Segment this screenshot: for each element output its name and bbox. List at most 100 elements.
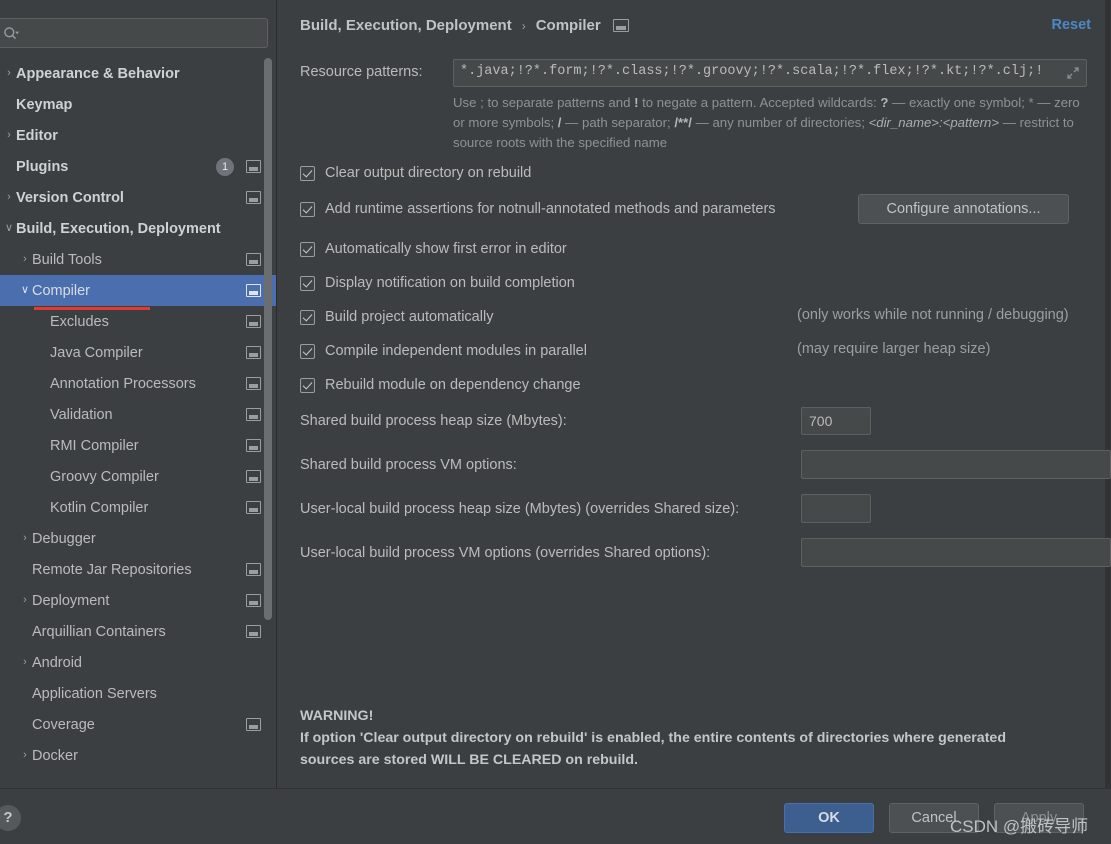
- checkbox-display-notification-on-build-completion[interactable]: [300, 275, 315, 291]
- checkbox-side-note: (only works while not running / debuggin…: [797, 307, 1069, 323]
- checkbox-row[interactable]: Clear output directory on rebuild: [300, 163, 531, 183]
- field-input[interactable]: [801, 538, 1111, 567]
- field-input[interactable]: [801, 407, 871, 435]
- sidebar-item-annotation-processors[interactable]: Annotation Processors: [0, 368, 276, 399]
- sidebar-item-coverage[interactable]: Coverage: [0, 709, 276, 740]
- checkbox-rebuild-module-on-dependency-change[interactable]: [300, 377, 315, 393]
- checkbox-compile-independent-modules-in-parallel[interactable]: [300, 343, 315, 359]
- sidebar-item-deployment[interactable]: › Deployment: [0, 585, 276, 616]
- reset-link[interactable]: Reset: [1052, 17, 1092, 33]
- hint-part-4: — path separator;: [561, 115, 675, 130]
- sidebar-item-java-compiler[interactable]: Java Compiler: [0, 337, 276, 368]
- sidebar-item-android[interactable]: › Android: [0, 647, 276, 678]
- chevron-right-icon[interactable]: ›: [18, 750, 32, 761]
- breadcrumb: Build, Execution, Deployment › Compiler: [300, 17, 629, 34]
- red-annotation-underline: [34, 307, 150, 310]
- checkbox-row[interactable]: Automatically show first error in editor: [300, 239, 567, 259]
- search-input[interactable]: [25, 23, 259, 45]
- project-scope-icon: [246, 470, 261, 483]
- warning-line-1: If option 'Clear output directory on reb…: [300, 730, 1006, 746]
- sidebar-item-label: Groovy Compiler: [50, 468, 159, 485]
- settings-dialog: › Appearance & Behavior Keymap › Editor Plugi…: [0, 0, 1111, 844]
- checkbox-row[interactable]: Add runtime assertions for notnull-annot…: [300, 199, 776, 219]
- project-scope-icon: [246, 191, 261, 204]
- expand-diagonal-icon[interactable]: [1064, 65, 1082, 83]
- chevron-right-icon[interactable]: ›: [18, 254, 32, 265]
- project-scope-icon: [246, 439, 261, 452]
- sidebar-item-rmi-compiler[interactable]: RMI Compiler: [0, 430, 276, 461]
- chevron-right-icon[interactable]: ›: [2, 130, 16, 141]
- project-scope-icon: [246, 315, 261, 328]
- sidebar-item-label: Build Tools: [32, 251, 102, 268]
- search-box[interactable]: [0, 18, 268, 48]
- field-label: Shared build process VM options:: [300, 457, 517, 473]
- sidebar-scrollbar-thumb[interactable]: [264, 58, 272, 620]
- settings-content-panel: Build, Execution, Deployment › Compiler …: [277, 0, 1111, 788]
- sidebar-item-version-control[interactable]: › Version Control: [0, 182, 276, 213]
- sidebar-item-arquillian-containers[interactable]: Arquillian Containers: [0, 616, 276, 647]
- checkbox-label: Automatically show first error in editor: [325, 241, 567, 257]
- chevron-right-icon[interactable]: ›: [2, 192, 16, 203]
- checkbox-automatically-show-first-error-in-editor[interactable]: [300, 241, 315, 257]
- chevron-right-icon[interactable]: ›: [18, 595, 32, 606]
- checkbox-row[interactable]: Compile independent modules in parallel: [300, 341, 587, 361]
- sidebar-item-label: Version Control: [16, 189, 124, 206]
- sidebar-item-groovy-compiler[interactable]: Groovy Compiler: [0, 461, 276, 492]
- checkbox-label: Compile independent modules in parallel: [325, 343, 587, 359]
- chevron-down-icon[interactable]: ∨: [18, 285, 32, 296]
- sidebar-item-compiler[interactable]: ∨ Compiler: [0, 275, 276, 306]
- checkbox-row[interactable]: Build project automatically: [300, 307, 493, 327]
- sidebar-item-kotlin-compiler[interactable]: Kotlin Compiler: [0, 492, 276, 523]
- field-label: User-local build process heap size (Mbyt…: [300, 501, 740, 517]
- field-input[interactable]: [801, 494, 871, 523]
- checkbox-row[interactable]: Display notification on build completion: [300, 273, 575, 293]
- sidebar-item-label: Annotation Processors: [50, 375, 196, 392]
- field-input[interactable]: [801, 450, 1111, 479]
- chevron-right-icon[interactable]: ›: [18, 533, 32, 544]
- project-scope-icon: [246, 377, 261, 390]
- project-scope-icon: [246, 253, 261, 266]
- resource-patterns-label: Resource patterns:: [300, 64, 423, 80]
- warning-message: WARNING! If option 'Clear output directo…: [300, 705, 1100, 771]
- checkbox-build-project-automatically[interactable]: [300, 309, 315, 325]
- breadcrumb-leaf: Compiler: [535, 17, 601, 34]
- sidebar-item-excludes[interactable]: Excludes: [0, 306, 276, 337]
- sidebar-item-label: Plugins: [16, 158, 69, 175]
- chevron-right-icon[interactable]: ›: [18, 657, 32, 668]
- settings-tree[interactable]: › Appearance & Behavior Keymap › Editor Plugi…: [0, 58, 276, 773]
- chevron-down-icon[interactable]: ∨: [2, 223, 16, 234]
- sidebar-item-plugins[interactable]: Plugins 1: [0, 151, 276, 182]
- checkbox-row[interactable]: Rebuild module on dependency change: [300, 375, 581, 395]
- sidebar-item-label: Validation: [50, 406, 113, 423]
- sidebar-item-keymap[interactable]: Keymap: [0, 89, 276, 120]
- warning-title: WARNING!: [300, 708, 374, 724]
- breadcrumb-root[interactable]: Build, Execution, Deployment: [300, 17, 512, 34]
- checkbox-clear-output-directory-on-rebuild[interactable]: [300, 165, 315, 181]
- project-scope-icon: [246, 563, 261, 576]
- hint-part-5: — any number of directories;: [691, 115, 869, 130]
- project-scope-icon: [246, 284, 261, 297]
- checkbox-add-runtime-assertions-for-notnull-annotated-methods-and-parameters[interactable]: [300, 201, 315, 217]
- sidebar-item-remote-jar-repositories[interactable]: Remote Jar Repositories: [0, 554, 276, 585]
- apply-button[interactable]: Apply: [994, 803, 1084, 833]
- chevron-right-icon[interactable]: ›: [2, 68, 16, 79]
- sidebar-item-label: Build, Execution, Deployment: [16, 220, 221, 237]
- sidebar-item-appearance-behavior[interactable]: › Appearance & Behavior: [0, 58, 276, 89]
- sidebar-item-label: Coverage: [32, 716, 95, 733]
- sidebar-item-debugger[interactable]: › Debugger: [0, 523, 276, 554]
- ok-button[interactable]: OK: [784, 803, 874, 833]
- configure-annotations-button[interactable]: Configure annotations...: [858, 194, 1069, 224]
- project-scope-icon: [246, 594, 261, 607]
- sidebar-item-docker[interactable]: › Docker: [0, 740, 276, 771]
- hint-dir-pattern: <dir_name>:<pattern>: [868, 115, 1000, 130]
- sidebar-item-editor[interactable]: › Editor: [0, 120, 276, 151]
- sidebar-search[interactable]: [0, 18, 268, 48]
- resource-patterns-field[interactable]: *.java;!?*.form;!?*.class;!?*.groovy;!?*…: [453, 59, 1087, 87]
- sidebar-item-validation[interactable]: Validation: [0, 399, 276, 430]
- sidebar-item-build-tools[interactable]: › Build Tools: [0, 244, 276, 275]
- project-scope-icon: [246, 625, 261, 638]
- sidebar-item-application-servers[interactable]: Application Servers: [0, 678, 276, 709]
- sidebar-item-build-execution-deployment[interactable]: ∨ Build, Execution, Deployment: [0, 213, 276, 244]
- sidebar-item-label: Excludes: [50, 313, 109, 330]
- cancel-button[interactable]: Cancel: [889, 803, 979, 833]
